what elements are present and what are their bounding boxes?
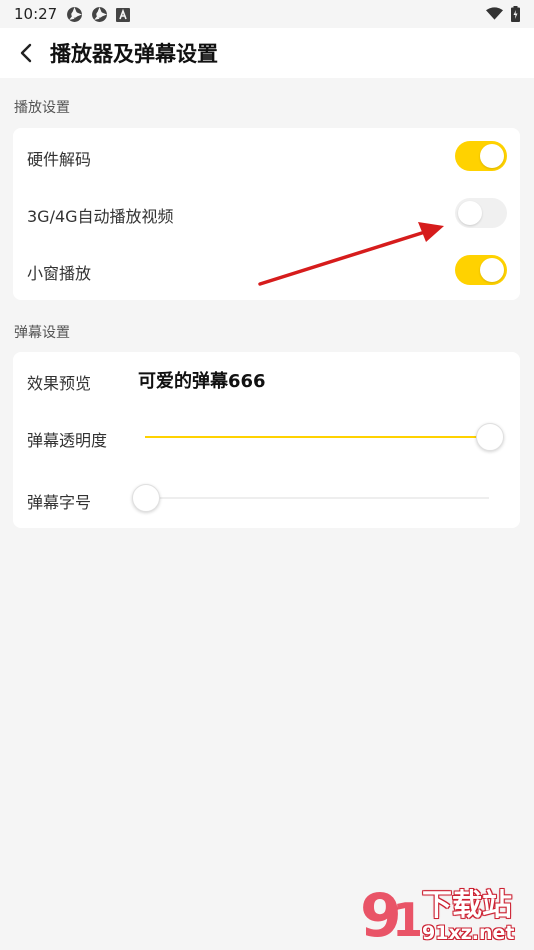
danmaku-settings-card: 效果预览 可爱的弹幕666 弹幕透明度 弹幕字号 (13, 352, 520, 528)
page-title: 播放器及弹幕设置 (50, 42, 218, 66)
watermark-brand: 下载站 (422, 888, 512, 923)
mobile-autoplay-toggle[interactable] (455, 198, 507, 228)
app-notification-icon (92, 7, 107, 22)
setting-row-preview: 效果预览 可爱的弹幕666 (13, 352, 520, 409)
playback-settings-card: 硬件解码 3G/4G自动播放视频 小窗播放 (13, 128, 520, 300)
status-time: 10:27 (14, 5, 58, 23)
system-icons (486, 6, 520, 22)
opacity-slider-fill (145, 436, 489, 438)
watermark-logo-icon: 9 1 (360, 881, 420, 950)
setting-row-mobile-autoplay: 3G/4G自动播放视频 (13, 185, 520, 242)
setting-label: 硬件解码 (27, 150, 92, 169)
status-bar: 10:27 (0, 0, 534, 28)
battery-charging-icon (511, 6, 520, 22)
app-header: 播放器及弹幕设置 (0, 28, 534, 78)
toggle-knob (458, 201, 482, 225)
toggle-knob (480, 144, 504, 168)
setting-row-opacity: 弹幕透明度 (13, 409, 520, 469)
svg-text:1: 1 (392, 893, 420, 947)
playback-section-label: 播放设置 (14, 100, 70, 116)
mini-window-toggle[interactable] (455, 255, 507, 285)
app-notification-icon (67, 7, 82, 22)
setting-row-font-size: 弹幕字号 (13, 469, 520, 529)
watermark: 9 1 下载站 91xz.net (358, 878, 528, 950)
setting-label: 小窗播放 (27, 264, 92, 283)
back-button[interactable] (14, 40, 38, 66)
chevron-left-icon (20, 43, 32, 63)
opacity-label: 弹幕透明度 (27, 431, 108, 450)
setting-label: 3G/4G自动播放视频 (27, 207, 174, 226)
font-size-slider-track[interactable] (145, 497, 489, 499)
setting-row-mini-window: 小窗播放 (13, 242, 520, 299)
preview-label: 效果预览 (27, 374, 92, 393)
watermark-domain: 91xz.net (422, 922, 515, 944)
toggle-knob (480, 258, 504, 282)
danmaku-preview-text: 可爱的弹幕666 (138, 371, 266, 392)
font-size-slider-thumb[interactable] (132, 484, 160, 512)
hardware-decoding-toggle[interactable] (455, 141, 507, 171)
setting-row-hardware-decoding: 硬件解码 (13, 128, 520, 185)
danmaku-section-label: 弹幕设置 (14, 325, 70, 341)
font-size-label: 弹幕字号 (27, 493, 92, 512)
store-notification-icon (116, 7, 130, 22)
opacity-slider-thumb[interactable] (476, 423, 504, 451)
notification-icons (66, 6, 130, 23)
wifi-icon (486, 7, 503, 20)
